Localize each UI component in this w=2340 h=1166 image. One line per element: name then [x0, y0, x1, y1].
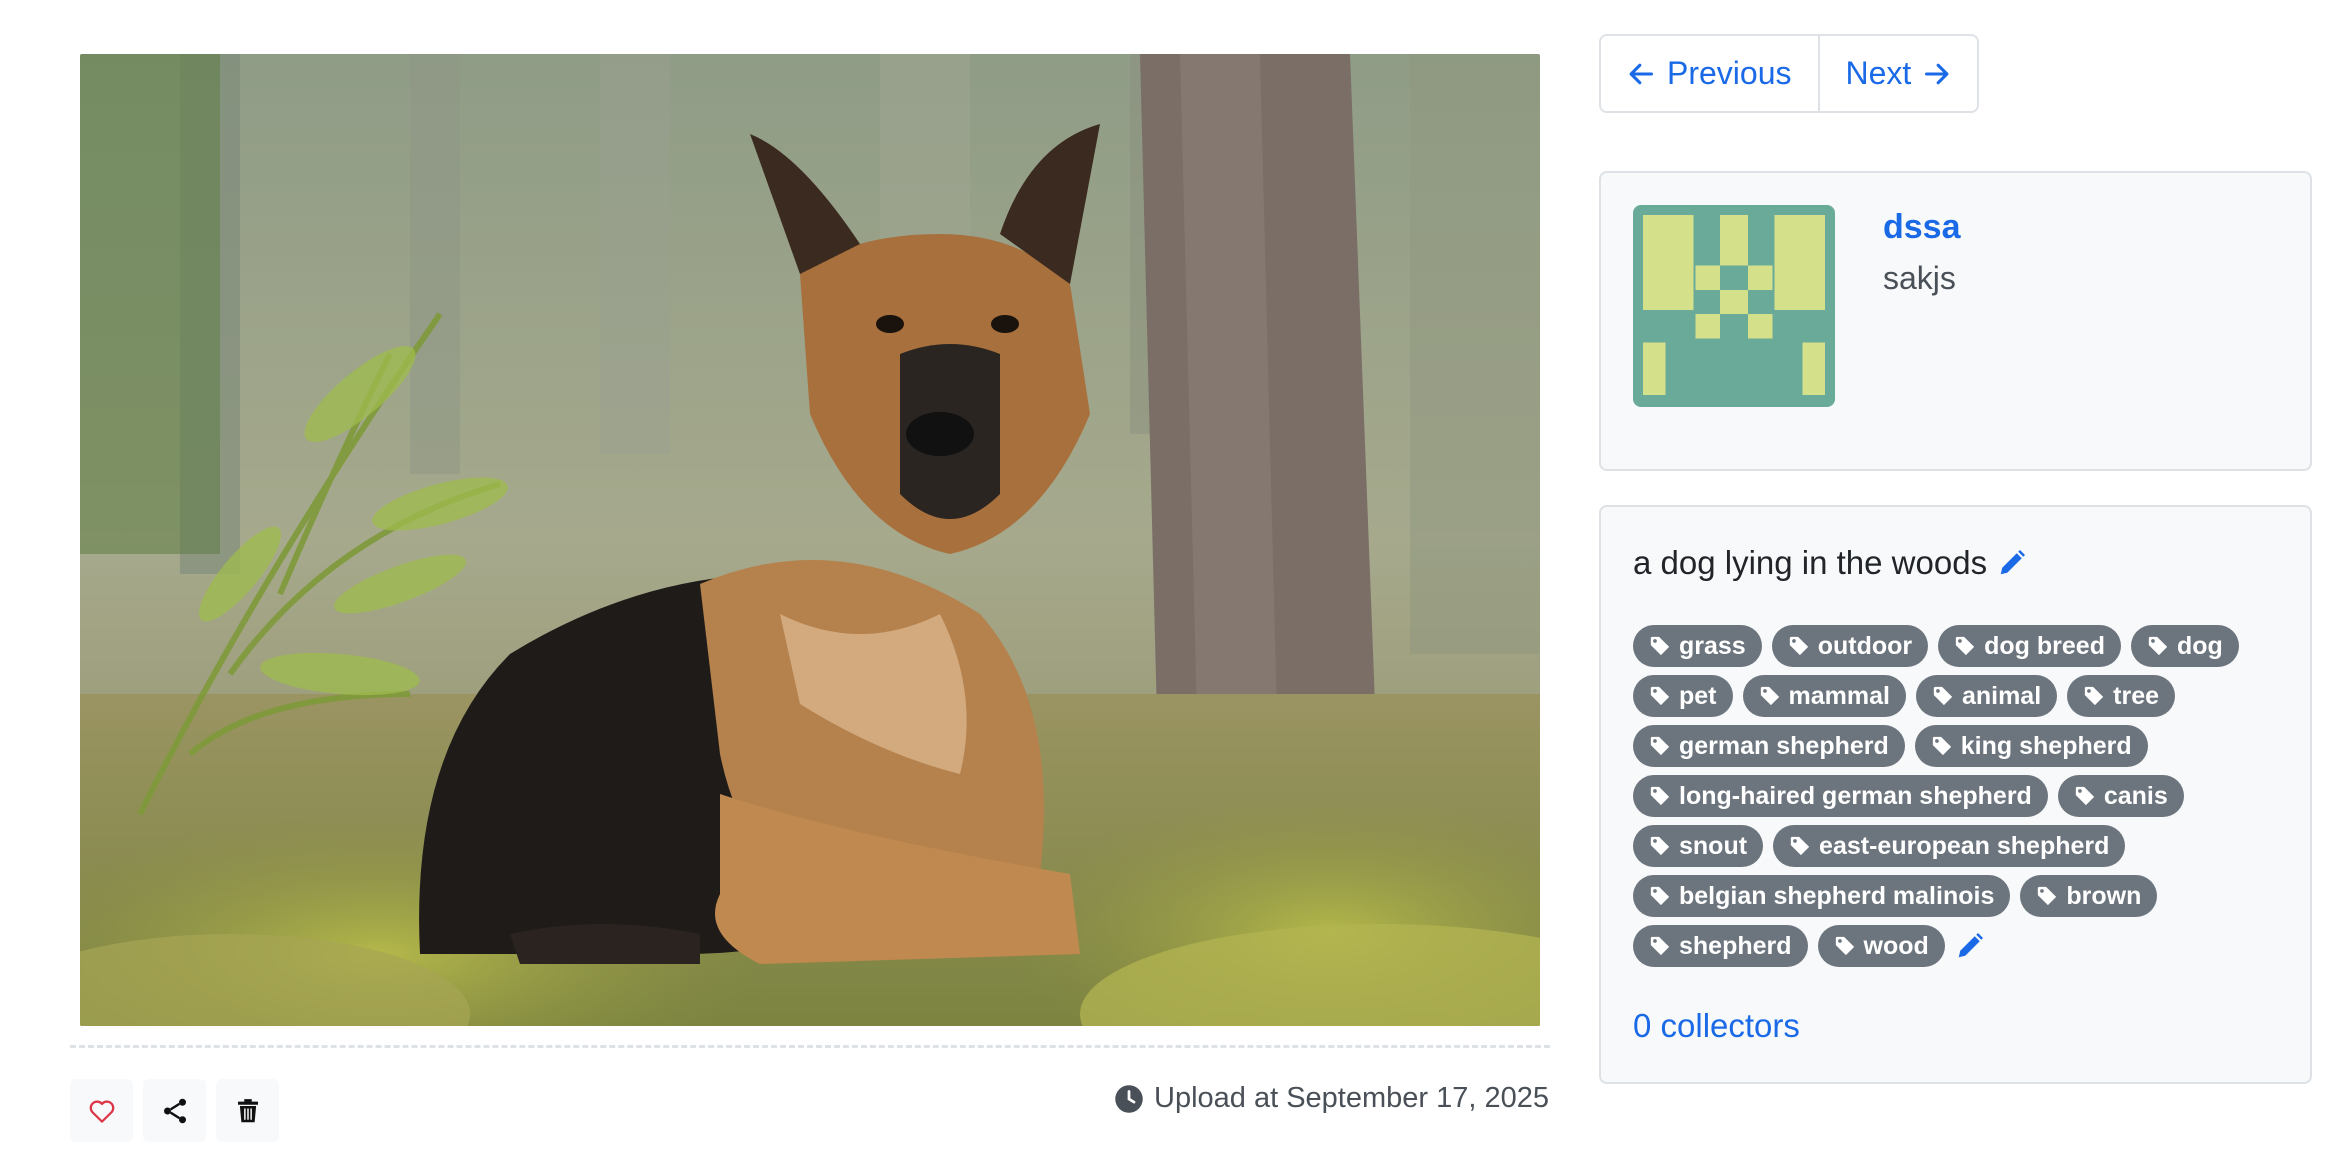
heart-icon: [89, 1099, 114, 1123]
tag-label: tree: [2113, 681, 2160, 710]
edit-tags-pencil-icon[interactable]: [1955, 931, 1985, 961]
tag-chip[interactable]: grass: [1633, 625, 1762, 667]
upload-date: Upload at September 17, 2025: [1114, 1082, 1549, 1115]
tag-icon: [1760, 686, 1779, 706]
tag-icon: [1650, 886, 1670, 906]
tag-chip[interactable]: outdoor: [1771, 625, 1929, 667]
identicon-image: [1633, 205, 1835, 407]
tag-chip[interactable]: snout: [1633, 825, 1764, 867]
tag-chip[interactable]: tree: [2067, 675, 2176, 717]
tag-chip[interactable]: pet: [1633, 675, 1733, 717]
share-icon: [163, 1098, 186, 1123]
tag-chip[interactable]: mammal: [1742, 675, 1906, 717]
tag-chip[interactable]: canis: [2057, 775, 2184, 817]
tag-chip[interactable]: german shepherd: [1633, 725, 1905, 767]
delete-button[interactable]: [216, 1079, 279, 1142]
tag-icon: [1650, 736, 1670, 756]
caption: a dog lying in the woods: [1633, 544, 2027, 582]
tag-label: east-european shepherd: [1819, 831, 2110, 860]
tag-chip[interactable]: shepherd: [1633, 925, 1808, 967]
dog-photo-image: [80, 54, 1540, 1026]
tag-label: animal: [1961, 681, 2042, 710]
arrow-left-icon: [1629, 63, 1654, 84]
upload-date-label: Upload at September 17, 2025: [1154, 1082, 1549, 1114]
next-button[interactable]: Next: [1817, 36, 1978, 111]
tag-label: king shepherd: [1960, 731, 2132, 760]
tag-icon: [1650, 636, 1670, 656]
tag-icon: [1932, 736, 1951, 756]
tag-chip[interactable]: king shepherd: [1914, 725, 2148, 767]
action-bar: [70, 1079, 279, 1142]
photo: [80, 54, 1540, 1026]
tag-label: mammal: [1788, 681, 1890, 710]
tag-chip[interactable]: animal: [1915, 675, 2058, 717]
tag-chip[interactable]: belgian shepherd malinois: [1633, 875, 2011, 917]
tag-chip[interactable]: east-european shepherd: [1773, 825, 2126, 867]
tag-label: dog breed: [1984, 631, 2105, 660]
tag-chip[interactable]: long-haired german shepherd: [1633, 775, 2048, 817]
tag-icon: [1650, 936, 1670, 956]
user-handle: sakjs: [1883, 260, 1956, 296]
tag-icon: [1955, 636, 1975, 656]
tag-icon: [1650, 686, 1670, 706]
user-name-link[interactable]: dssa: [1883, 208, 1961, 247]
tag-chip[interactable]: brown: [2020, 875, 2158, 917]
share-button[interactable]: [143, 1079, 206, 1142]
next-label: Next: [1845, 55, 1912, 91]
tag-icon: [1835, 936, 1854, 956]
tag-icon: [1933, 686, 1953, 706]
tag-label: snout: [1679, 831, 1748, 860]
like-button[interactable]: [70, 1079, 133, 1142]
tag-label: dog: [2176, 631, 2223, 660]
photo-info-card: a dog lying in the woods grass outdoor dog…: [1599, 505, 2312, 1084]
tag-label: long-haired german shepherd: [1679, 781, 2032, 810]
clock-icon: [1115, 1084, 1143, 1113]
tag-label: grass: [1679, 631, 1746, 660]
arrow-right-icon: [1925, 63, 1949, 84]
tag-chip[interactable]: dog breed: [1938, 625, 2121, 667]
tag-label: canis: [2103, 781, 2168, 810]
tag-icon: [1650, 836, 1670, 856]
previous-button[interactable]: Previous: [1601, 36, 1818, 111]
tag-icon: [1790, 836, 1810, 856]
tag-label: german shepherd: [1679, 731, 1889, 760]
tag-chip[interactable]: dog: [2130, 625, 2239, 667]
edit-caption-pencil-icon[interactable]: [1997, 548, 2027, 578]
tag-icon: [1650, 786, 1670, 806]
caption-text: a dog lying in the woods: [1633, 544, 1988, 581]
tag-icon: [2084, 686, 2104, 706]
tag-icon: [1789, 636, 1808, 656]
tag-label: belgian shepherd malinois: [1679, 881, 1995, 910]
tag-icon: [2075, 786, 2095, 806]
tag-chip[interactable]: wood: [1817, 925, 1945, 967]
tag-label: shepherd: [1679, 931, 1792, 960]
tag-list: grass outdoor dog breed dog pet mammal animal t…: [1633, 625, 2293, 967]
pager: Previous Next: [1599, 34, 1980, 113]
tag-label: pet: [1679, 681, 1717, 710]
avatar[interactable]: [1633, 205, 1835, 407]
collectors-link[interactable]: 0 collectors: [1633, 1007, 1800, 1045]
tag-icon: [2038, 886, 2057, 906]
tag-icon: [2148, 636, 2168, 656]
trash-icon: [237, 1098, 258, 1122]
previous-label: Previous: [1667, 55, 1792, 91]
tag-label: brown: [2066, 881, 2142, 910]
tag-label: outdoor: [1817, 631, 1913, 660]
user-card: dssa sakjs: [1599, 171, 2312, 471]
divider: [70, 1045, 1550, 1048]
tag-label: wood: [1863, 931, 1929, 960]
